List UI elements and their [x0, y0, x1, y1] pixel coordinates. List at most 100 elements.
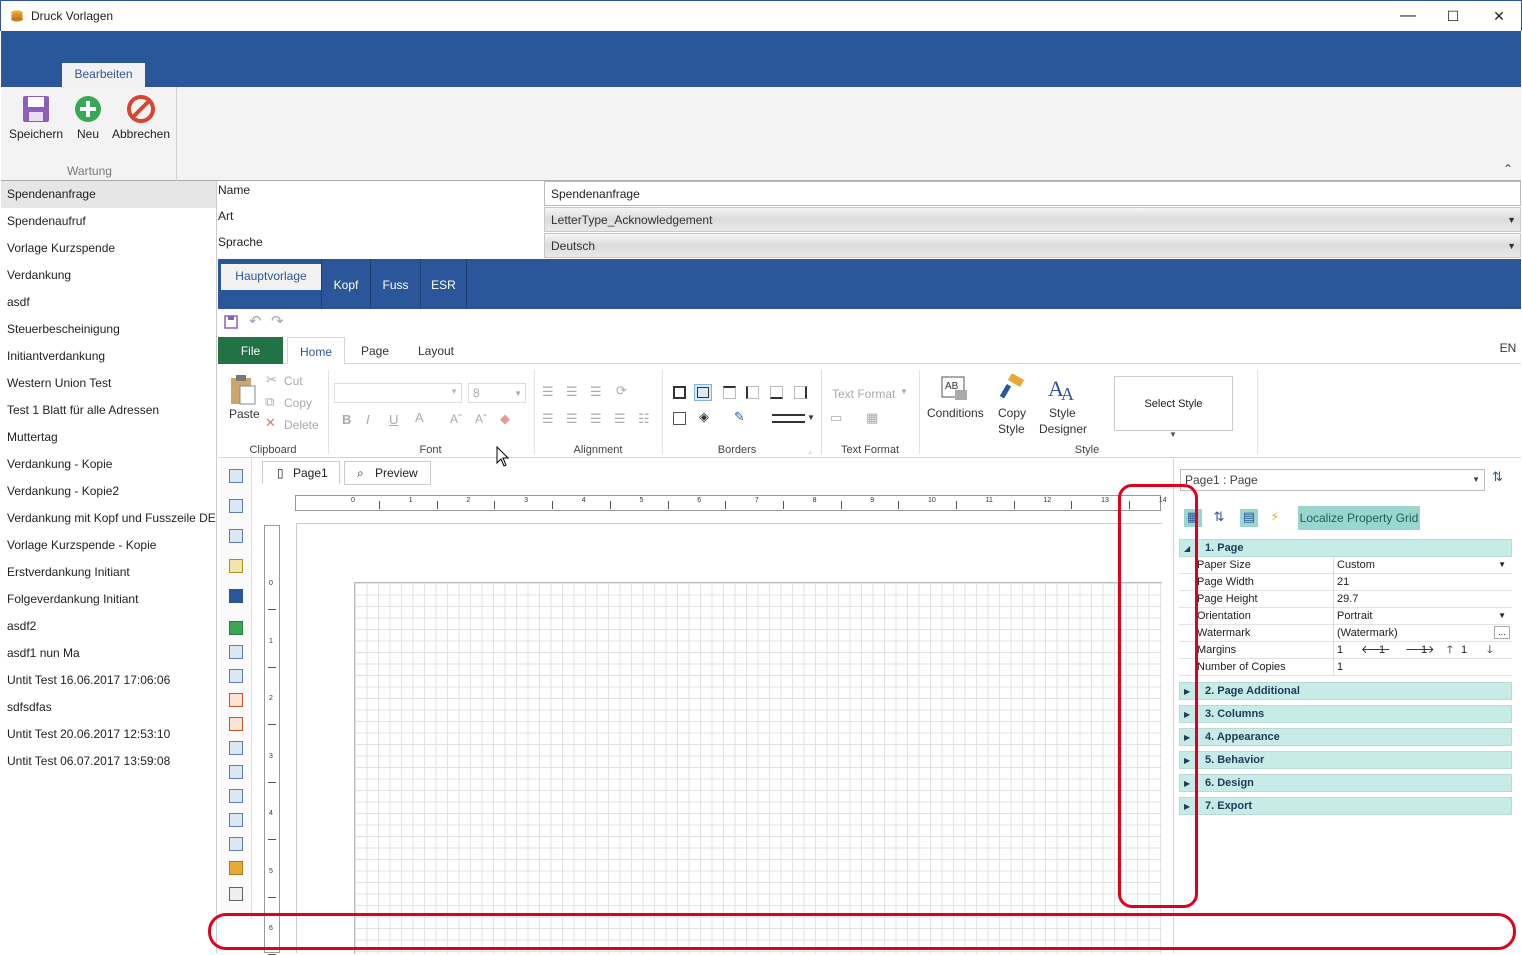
font-color-icon[interactable]: A: [415, 410, 424, 425]
category-appearance[interactable]: ▶ 4. Appearance: [1179, 728, 1512, 746]
container-icon[interactable]: [229, 765, 243, 779]
new-button[interactable]: Neu: [68, 93, 108, 141]
category-behavior[interactable]: ▶ 5. Behavior: [1179, 751, 1512, 769]
tab-preview[interactable]: ⌕ Preview: [344, 461, 431, 485]
list-item[interactable]: Steuerbescheinigung: [1, 316, 216, 343]
tab-page[interactable]: Page: [352, 337, 398, 364]
tab-file[interactable]: File: [218, 337, 283, 364]
sort-az-icon[interactable]: ⇅: [1492, 469, 1503, 485]
sprache-select[interactable]: Deutsch ▼: [544, 233, 1521, 258]
component-icon[interactable]: [229, 589, 243, 603]
summary-icon[interactable]: ▦: [866, 410, 878, 426]
margin-bottom-value[interactable]: 1: [1461, 642, 1467, 658]
group-icon[interactable]: [229, 559, 243, 573]
chevron-down-icon[interactable]: ▼: [807, 413, 815, 422]
report-header-icon[interactable]: [229, 469, 243, 483]
category-export[interactable]: ▶ 7. Export: [1179, 797, 1512, 815]
border-outside-icon[interactable]: [694, 384, 712, 401]
paste-button[interactable]: Paste: [229, 407, 260, 421]
property-row[interactable]: Paper Size Custom ▼: [1179, 557, 1512, 574]
chevron-down-icon[interactable]: ▼: [1498, 557, 1506, 573]
list-item[interactable]: asdf2: [1, 613, 216, 640]
property-value[interactable]: 21: [1337, 574, 1512, 590]
grow-font-icon[interactable]: Aˆ: [450, 412, 462, 426]
property-value[interactable]: 29.7: [1337, 591, 1512, 607]
image-icon[interactable]: [229, 837, 243, 851]
redo-icon[interactable]: ↷: [271, 312, 284, 330]
margins-editor[interactable]: 1 🡐 1 🡒 1 🡑 1 🡓: [1337, 642, 1512, 658]
cancel-button[interactable]: Abbrechen: [110, 93, 172, 141]
name-field[interactable]: Spendenanfrage: [544, 181, 1521, 206]
list-item[interactable]: Initiantverdankung: [1, 343, 216, 370]
tab-home[interactable]: Home: [287, 337, 345, 365]
tab-kopf[interactable]: Kopf: [321, 259, 371, 309]
property-value[interactable]: 1: [1337, 659, 1512, 675]
save-icon[interactable]: [224, 315, 238, 329]
category-design[interactable]: ▶ 6. Design: [1179, 774, 1512, 792]
copy-button[interactable]: Copy: [284, 396, 312, 410]
align-center-icon[interactable]: ☰: [566, 411, 578, 427]
list-item[interactable]: Folgeverdankung Initiant: [1, 586, 216, 613]
category-page[interactable]: ◢ 1. Page: [1179, 539, 1512, 557]
undo-icon[interactable]: ↶: [249, 312, 262, 330]
list-item[interactable]: Western Union Test: [1, 370, 216, 397]
list-item[interactable]: Spendenanfrage: [1, 181, 216, 208]
ellipsis-button[interactable]: ...: [1494, 626, 1510, 639]
margin-left-value[interactable]: 1: [1337, 644, 1343, 656]
art-select[interactable]: LetterType_Acknowledgement ▼: [544, 207, 1521, 232]
property-value[interactable]: (Watermark): [1337, 625, 1512, 641]
copy-style-button[interactable]: Copy: [998, 406, 1026, 420]
table-icon[interactable]: [229, 621, 243, 635]
cut-button[interactable]: Cut: [284, 374, 303, 388]
list-item[interactable]: Verdankung: [1, 262, 216, 289]
list-item[interactable]: Verdankung - Kopie: [1, 451, 216, 478]
sub-report-icon[interactable]: [229, 789, 243, 803]
rotate-icon[interactable]: ⟳: [616, 383, 627, 399]
tab-bearbeiten[interactable]: Bearbeiten: [62, 63, 145, 87]
rich-text-icon[interactable]: [229, 669, 243, 683]
minimize-button[interactable]: —: [1393, 5, 1423, 27]
select-style-gallery[interactable]: Select Style: [1114, 376, 1233, 431]
property-row[interactable]: Page Height 29.7: [1179, 591, 1512, 608]
delete-button[interactable]: Delete: [284, 418, 319, 432]
collapse-ribbon-icon[interactable]: ⌃: [1503, 162, 1513, 176]
property-row[interactable]: Number of Copies 1: [1179, 659, 1512, 676]
font-name-combo[interactable]: ▼: [334, 383, 462, 403]
list-item[interactable]: Vorlage Kurzspende: [1, 235, 216, 262]
close-button[interactable]: ✕: [1484, 5, 1514, 27]
tab-page1[interactable]: ▯ Page1: [262, 461, 340, 485]
text-icon[interactable]: [229, 645, 243, 659]
report-canvas[interactable]: [296, 523, 1162, 954]
align-top-center-icon[interactable]: ☰: [566, 384, 578, 400]
list-item[interactable]: Untit Test 16.06.2017 17:06:06: [1, 667, 216, 694]
align-top-left-icon[interactable]: ☰: [542, 384, 554, 400]
list-item[interactable]: Vorlage Kurzspende - Kopie: [1, 532, 216, 559]
eraser-icon[interactable]: ◆: [500, 411, 510, 427]
panel-icon[interactable]: [229, 741, 243, 755]
italic-button[interactable]: I: [366, 412, 370, 427]
border-top-icon[interactable]: [723, 386, 736, 399]
tools-icon[interactable]: [229, 887, 243, 901]
underline-button[interactable]: U: [389, 412, 398, 427]
border-bottom-icon[interactable]: [770, 386, 783, 399]
category-columns[interactable]: ▶ 3. Columns: [1179, 705, 1512, 723]
page-header-icon[interactable]: [229, 499, 243, 513]
text-format-combo[interactable]: Text Format: [832, 387, 895, 401]
list-item[interactable]: asdf: [1, 289, 216, 316]
font-size-combo[interactable]: 8 ▼: [468, 383, 526, 403]
property-row[interactable]: Page Width 21: [1179, 574, 1512, 591]
tab-hauptvorlage[interactable]: Hauptvorlage: [221, 264, 321, 290]
barcode-icon[interactable]: [229, 813, 243, 827]
list-item[interactable]: Verdankung - Kopie2: [1, 478, 216, 505]
property-row[interactable]: Orientation Portrait ▼: [1179, 608, 1512, 625]
property-row[interactable]: Margins 1 🡐 1 🡒 1 🡑 1 🡓: [1179, 642, 1512, 659]
list-item[interactable]: Verdankung mit Kopf und Fusszeile DE: [1, 505, 216, 532]
tab-layout[interactable]: Layout: [408, 337, 464, 364]
chevron-down-icon[interactable]: ▼: [1498, 608, 1506, 624]
list-item[interactable]: Muttertag: [1, 424, 216, 451]
save-button[interactable]: Speichern: [9, 93, 63, 141]
align-top-right-icon[interactable]: ☰: [590, 384, 602, 400]
localize-property-grid-button[interactable]: Localize Property Grid: [1298, 506, 1420, 530]
border-width-icon[interactable]: [772, 414, 805, 423]
list-item[interactable]: Untit Test 06.07.2017 13:59:08: [1, 748, 216, 775]
